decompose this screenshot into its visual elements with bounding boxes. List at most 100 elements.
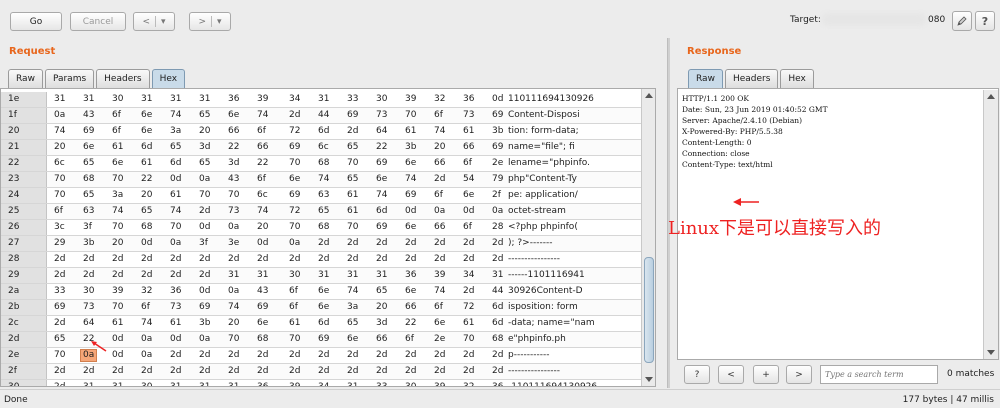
hex-byte[interactable]: 65 (141, 204, 152, 219)
hex-byte[interactable]: 30 (405, 380, 416, 386)
hex-byte[interactable]: 2d (434, 236, 445, 251)
hex-byte[interactable]: 73 (170, 300, 181, 315)
tab-params[interactable]: Params (44, 69, 95, 88)
hex-byte[interactable]: 3f (199, 236, 208, 251)
hex-byte[interactable]: 43 (83, 108, 94, 123)
hex-byte[interactable]: 39 (434, 380, 445, 386)
hex-byte[interactable]: 69 (492, 140, 503, 155)
hex-byte[interactable]: 6f (257, 172, 266, 187)
hex-byte[interactable]: 74 (170, 204, 181, 219)
hex-row-ascii[interactable]: pe: application/ (508, 188, 578, 203)
hex-byte[interactable]: 6d (376, 204, 387, 219)
hex-byte[interactable]: 2d (199, 364, 210, 379)
hex-byte[interactable]: 54 (463, 172, 474, 187)
hex-byte[interactable]: 74 (405, 172, 416, 187)
hex-byte[interactable]: 0d (405, 204, 416, 219)
hex-byte[interactable]: 70 (54, 188, 65, 203)
hex-byte[interactable]: 2d (376, 364, 387, 379)
hex-row[interactable]: 27 29 3b 20 0d 0a 3f 3e 0d 0a 2d 2d 2d 2d 2d 2d 2d); ?>-… (1, 236, 641, 252)
hex-byte[interactable]: 69 (289, 140, 300, 155)
hex-byte[interactable]: 69 (54, 300, 65, 315)
hex-byte[interactable]: 31 (376, 268, 387, 283)
hex-byte[interactable]: 2d (492, 252, 503, 267)
hex-byte[interactable]: 74 (257, 204, 268, 219)
hex-row-ascii[interactable]: p----------- (508, 348, 549, 363)
hex-row[interactable]: 28 2d 2d 2d 2d 2d 2d 2d 2d 2d 2d 2d 2d 2d 2d 2d 2d ------… (1, 252, 641, 268)
hex-byte[interactable]: 74 (112, 204, 123, 219)
scroll-down-icon[interactable] (645, 377, 653, 382)
hex-byte[interactable]: 3a (112, 188, 123, 203)
hex-row[interactable]: 29 2d 2d 2d 2d 2d 2d 31 31 30 31 31 31 36 39 34 31 ------… (1, 268, 641, 284)
response-scrollbar[interactable] (983, 90, 998, 359)
hex-byte[interactable]: 20 (228, 316, 239, 331)
hex-byte[interactable]: 0a (170, 236, 181, 251)
hex-row[interactable]: 2f 2d 2d 2d 2d 2d 2d 2d 2d 2d 2d 2d 2d 2d 2d 2d 2d ------… (1, 364, 641, 380)
hex-byte[interactable]: 31 (199, 380, 210, 386)
hex-byte[interactable]: 61 (289, 316, 300, 331)
hex-byte[interactable]: 33 (347, 92, 358, 107)
go-button[interactable]: Go (10, 12, 62, 31)
hex-byte[interactable]: 70 (199, 188, 210, 203)
hex-byte[interactable]: 74 (257, 108, 268, 123)
hex-byte[interactable]: 3d (199, 140, 210, 155)
hex-byte[interactable]: 34 (318, 380, 329, 386)
hex-byte[interactable]: 3a (170, 124, 181, 139)
hex-byte[interactable]: 3b (199, 316, 210, 331)
hex-byte[interactable]: 2d (54, 364, 65, 379)
hex-byte[interactable]: 66 (228, 124, 239, 139)
scroll-down-icon[interactable] (987, 350, 995, 355)
hex-byte[interactable]: 6e (405, 156, 416, 171)
hex-scrollbar[interactable] (641, 89, 655, 386)
hex-byte[interactable]: 2d (463, 236, 474, 251)
hex-byte[interactable]: 64 (83, 316, 94, 331)
hex-byte[interactable]: 69 (347, 108, 358, 123)
hex-byte[interactable]: 2d (112, 364, 123, 379)
hex-byte[interactable]: 6f (463, 220, 472, 235)
hex-byte[interactable]: 3d (376, 316, 387, 331)
hex-byte[interactable]: 74 (434, 284, 445, 299)
hex-byte[interactable]: 2d (347, 252, 358, 267)
hex-byte[interactable]: 69 (83, 124, 94, 139)
hex-row-ascii[interactable]: php"Content-Ty (508, 172, 577, 187)
hex-byte[interactable]: 6e (257, 316, 268, 331)
chevron-down-icon[interactable]: ▾ (217, 17, 222, 27)
hex-byte[interactable]: 6e (228, 108, 239, 123)
hex-byte[interactable]: 32 (141, 284, 152, 299)
hex-byte[interactable]: 6d (141, 140, 152, 155)
hex-byte[interactable]: 2d (405, 348, 416, 363)
hex-byte[interactable]: 2d (492, 236, 503, 251)
hex-byte[interactable]: 69 (492, 108, 503, 123)
hex-byte[interactable]: 61 (112, 316, 123, 331)
hex-byte[interactable]: 33 (376, 380, 387, 386)
chevron-down-icon[interactable]: ▾ (161, 17, 166, 27)
hex-byte[interactable]: 39 (289, 380, 300, 386)
hex-byte[interactable]: 31 (228, 268, 239, 283)
hex-byte[interactable]: 6f (434, 300, 443, 315)
hex-byte[interactable]: 39 (434, 268, 445, 283)
hex-byte[interactable]: 2d (228, 348, 239, 363)
hex-row-ascii[interactable]: ------1101116941 (508, 268, 585, 283)
hex-byte[interactable]: 6f (112, 124, 121, 139)
hex-byte[interactable]: 74 (170, 108, 181, 123)
hex-byte[interactable]: 70 (228, 332, 239, 347)
search-input[interactable] (820, 365, 938, 384)
hex-byte[interactable]: 36 (492, 380, 503, 386)
hex-byte[interactable]: 2d (170, 348, 181, 363)
hex-byte[interactable]: 2d (289, 364, 300, 379)
hex-byte[interactable]: 6e (318, 300, 329, 315)
hex-byte[interactable]: 3b (83, 236, 94, 251)
hex-byte[interactable]: 6e (405, 284, 416, 299)
hex-byte[interactable]: 2d (199, 348, 210, 363)
hex-byte[interactable]: 6e (318, 284, 329, 299)
hex-byte[interactable]: 0a (141, 332, 152, 347)
hex-row-ascii[interactable]: octet-stream (508, 204, 566, 219)
hex-byte[interactable]: 2d (83, 268, 94, 283)
hex-byte[interactable]: 2d (289, 108, 300, 123)
hex-byte[interactable]: 36 (170, 284, 181, 299)
hex-byte[interactable]: 61 (170, 316, 181, 331)
hex-byte[interactable]: 6e (141, 108, 152, 123)
hex-byte[interactable]: 6d (318, 316, 329, 331)
hex-byte[interactable]: 2d (257, 348, 268, 363)
hex-byte[interactable]: 2d (112, 268, 123, 283)
hex-byte[interactable]: 34 (289, 92, 300, 107)
